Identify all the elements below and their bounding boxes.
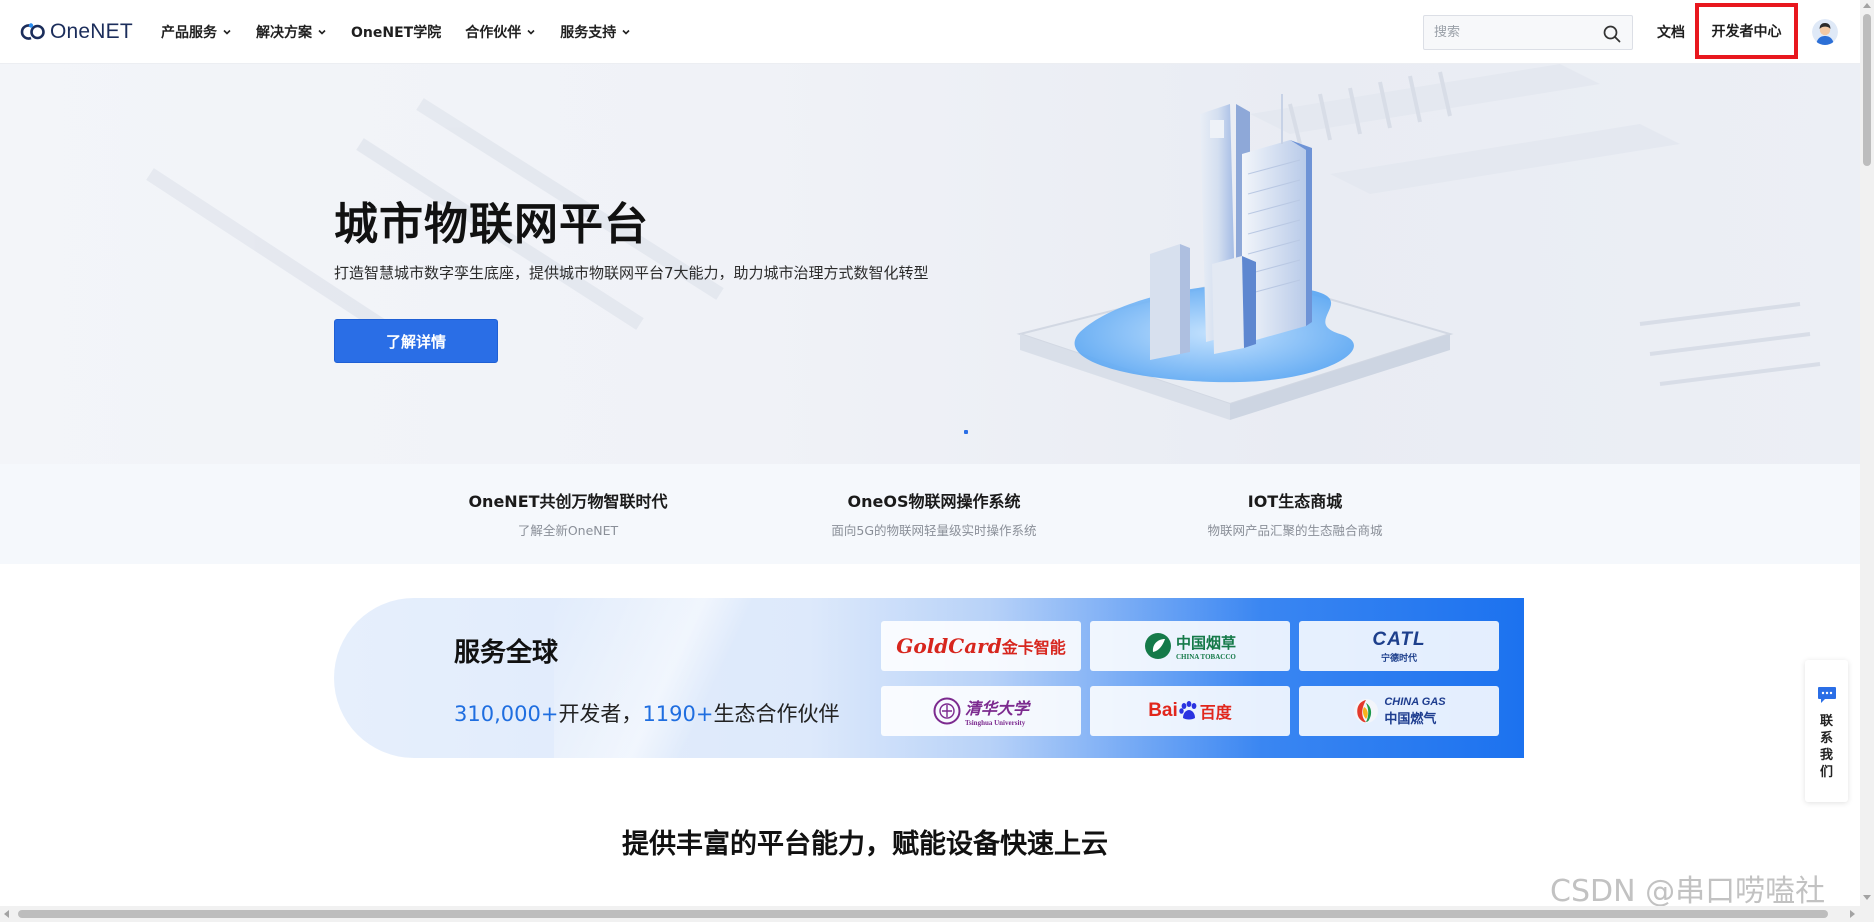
vertical-scrollbar-thumb[interactable] <box>1863 14 1871 166</box>
quick-link-desc: 面向5G的物联网轻量级实时操作系统 <box>831 523 1037 538</box>
horizontal-scrollbar-thumb[interactable] <box>18 910 1828 918</box>
quick-link-desc: 了解全新OneNET <box>517 523 619 538</box>
partner-logo-cn: 宁德时代 <box>1380 653 1417 664</box>
chat-bubble-icon <box>1817 687 1836 703</box>
partner-logo-latin: GoldCard <box>896 634 1002 658</box>
partner-logo-cn: 中国烟草 <box>1175 633 1236 652</box>
carousel-indicator[interactable] <box>964 430 968 434</box>
developer-center-link[interactable]: 开发者中心 <box>1695 3 1798 59</box>
quick-link-onenet[interactable]: OneNET共创万物智联时代 了解全新OneNET <box>398 488 738 539</box>
partner-logo-cn: 金卡智能 <box>1001 638 1066 657</box>
onenet-logo-mark-icon <box>20 23 45 40</box>
partner-logo-catl: CATL 宁德时代 <box>1299 621 1499 671</box>
partner-logo-latin: CHINA TOBACCO <box>1175 652 1236 661</box>
chevron-down-icon <box>223 29 231 35</box>
chevron-down-icon <box>318 29 326 35</box>
top-navigation-bar: OneNET 产品服务 解决方案 OneNET学院 合作伙伴 服务支持 搜索 文… <box>0 0 1860 64</box>
quick-link-desc: 物联网产品汇聚的生态融合商城 <box>1207 523 1383 538</box>
partner-logo-cn: 清华大学 <box>964 699 1029 718</box>
nav-item-academy[interactable]: OneNET学院 <box>351 22 441 42</box>
banner-decoration <box>554 598 814 758</box>
main-nav: 产品服务 解决方案 OneNET学院 合作伙伴 服务支持 <box>161 0 655 64</box>
vertical-scrollbar[interactable] <box>1860 0 1874 922</box>
quick-link-title: IOT生态商城 <box>1247 492 1343 511</box>
partner-logo-latin: Bai <box>1148 700 1178 721</box>
global-service-banner: 服务全球 310,000+开发者，1190+生态合作伙伴 GoldCard 金卡智… <box>334 598 1524 758</box>
quick-link-title: OneOS物联网操作系统 <box>847 492 1021 511</box>
tsinghua-seal-icon <box>933 697 961 725</box>
partner-logo-china-gas: CHINA GAS 中国燃气 <box>1299 686 1499 736</box>
nav-item-label: OneNET学院 <box>351 25 442 41</box>
hero-title: 城市物联网平台 <box>334 199 649 250</box>
hero-banner: 城市物联网平台 打造智慧城市数字孪生底座，提供城市物联网平台7大能力，助力城市治… <box>0 64 1860 464</box>
nav-item-label: 合作伙伴 <box>465 25 522 41</box>
section-title: 提供丰富的平台能力，赋能设备快速上云 <box>622 829 1108 860</box>
onenet-logo[interactable]: OneNET <box>20 18 133 46</box>
city-platform-illustration <box>146 64 1821 420</box>
partner-logo-goldcard: GoldCard 金卡智能 <box>881 621 1081 671</box>
page: OneNET 产品服务 解决方案 OneNET学院 合作伙伴 服务支持 搜索 文… <box>0 0 1874 922</box>
nav-item-solutions[interactable]: 解决方案 <box>256 22 327 42</box>
nav-item-label: 解决方案 <box>256 25 312 41</box>
nav-item-label: 产品服务 <box>161 25 217 41</box>
partner-logo-cn: 百度 <box>1199 705 1232 722</box>
global-service-stats: 310,000+开发者，1190+生态合作伙伴 <box>454 698 839 728</box>
search-input[interactable] <box>1434 25 1599 40</box>
logo-text: OneNET <box>50 20 133 43</box>
partners-label: 生态合作伙伴 <box>713 702 840 726</box>
baidu-paw-icon <box>1179 701 1197 720</box>
chevron-down-icon <box>527 29 535 35</box>
quick-link-title: OneNET共创万物智联时代 <box>468 492 668 511</box>
nav-item-products[interactable]: 产品服务 <box>161 22 232 42</box>
contact-us-label: 联系我们 <box>1819 714 1833 780</box>
partner-logo-baidu: Bai 百度 <box>1090 686 1290 736</box>
partner-logo-latin: CATL <box>1372 628 1426 650</box>
quick-links-strip: OneNET共创万物智联时代 了解全新OneNET OneOS物联网操作系统 面… <box>0 464 1860 564</box>
chevron-down-icon <box>622 29 630 35</box>
partner-logo-grid: GoldCard 金卡智能 中国烟草 CHINA TOBACCO CATL 宁德… <box>881 621 1503 738</box>
horizontal-scrollbar[interactable] <box>0 906 1860 922</box>
docs-link[interactable]: 文档 <box>1657 22 1685 42</box>
partners-count: 1190+ <box>642 702 714 726</box>
search-box <box>1423 15 1633 50</box>
quick-link-iot-mall[interactable]: IOT生态商城 物联网产品汇聚的生态融合商城 <box>1125 488 1465 539</box>
search-icon[interactable] <box>1603 25 1621 43</box>
partner-logo-latin: CHINA GAS <box>1384 695 1446 708</box>
tobacco-leaf-icon <box>1144 633 1171 659</box>
partner-logo-tsinghua: 清华大学 Tsinghua University <box>881 686 1081 736</box>
scroll-up-arrow-icon[interactable] <box>1863 3 1871 8</box>
scroll-down-arrow-icon[interactable] <box>1863 895 1871 900</box>
nav-item-label: 服务支持 <box>560 25 617 41</box>
developers-count: 310,000+ <box>454 702 559 726</box>
china-gas-flame-icon <box>1354 699 1379 723</box>
contact-us-button[interactable]: 联系我们 <box>1805 660 1848 802</box>
scroll-right-arrow-icon[interactable] <box>1850 910 1855 918</box>
user-avatar[interactable] <box>1812 19 1838 45</box>
scroll-left-arrow-icon[interactable] <box>4 910 9 918</box>
developers-label: 开发者， <box>558 702 643 726</box>
partner-logo-cn: 中国燃气 <box>1384 711 1437 727</box>
developer-center-label: 开发者中心 <box>1711 24 1782 40</box>
nav-item-partners[interactable]: 合作伙伴 <box>465 22 536 42</box>
partner-logo-latin: Tsinghua University <box>964 719 1026 727</box>
user-avatar-icon <box>1812 19 1838 45</box>
global-service-title: 服务全球 <box>454 638 559 668</box>
learn-more-button[interactable]: 了解详情 <box>334 319 498 363</box>
partner-logo-china-tobacco: 中国烟草 CHINA TOBACCO <box>1090 621 1290 671</box>
hero-subtitle: 打造智慧城市数字孪生底座，提供城市物联网平台7大能力，助力城市治理方式数智化转型 <box>334 264 929 282</box>
csdn-watermark: CSDN @串口唠嗑社 <box>1550 874 1826 909</box>
nav-item-support[interactable]: 服务支持 <box>560 22 631 42</box>
quick-link-oneos[interactable]: OneOS物联网操作系统 面向5G的物联网轻量级实时操作系统 <box>764 488 1104 539</box>
